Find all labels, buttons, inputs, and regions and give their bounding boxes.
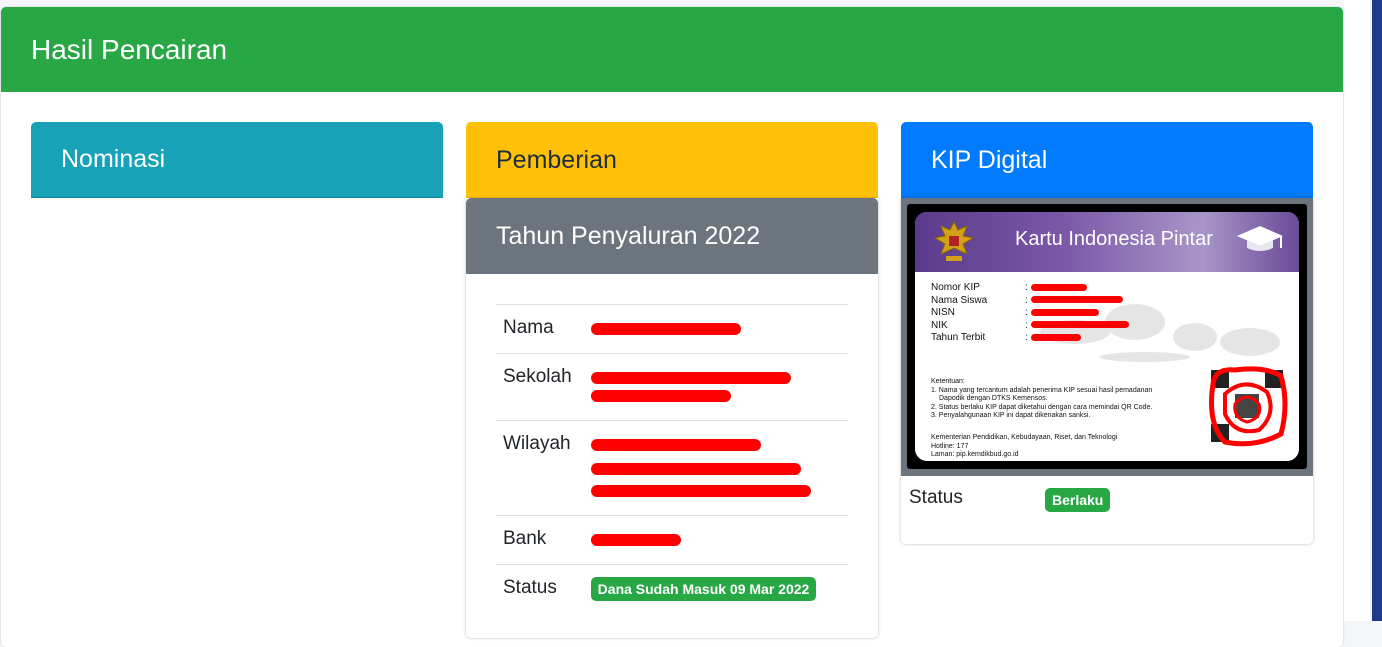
qr-code-icon bbox=[1209, 366, 1288, 447]
nama-value bbox=[578, 304, 848, 354]
kip-card-image: Kartu Indonesia Pintar Nomor KIP: Nama S… bbox=[915, 212, 1299, 461]
kip-status-label: Status bbox=[909, 487, 963, 508]
table-row: Status Dana Sudah Masuk 09 Mar 2022 bbox=[496, 564, 848, 613]
wilayah-value bbox=[578, 420, 848, 516]
redaction-mark bbox=[590, 390, 731, 402]
kip-card-banner: Kartu Indonesia Pintar bbox=[915, 212, 1299, 272]
recipient-info-table: Nama Sekolah Wilayah Bank Status Dana Su… bbox=[496, 304, 848, 613]
garuda-emblem-icon bbox=[933, 220, 975, 261]
redaction-mark bbox=[590, 372, 791, 384]
kip-fields: Nomor KIP: Nama Siswa: NISN: NIK: Tahun … bbox=[931, 282, 1129, 345]
table-row: Sekolah bbox=[496, 353, 848, 421]
redaction-mark bbox=[590, 439, 761, 451]
redaction-mark bbox=[590, 463, 801, 475]
pemberian-header: Pemberian bbox=[466, 122, 878, 198]
kip-ketentuan: Ketentuan: 1. Nama yang tercantum adalah… bbox=[931, 378, 1153, 419]
kip-tahun-label: Tahun Terbit bbox=[931, 332, 986, 343]
redaction-mark bbox=[590, 485, 811, 497]
table-row: Bank bbox=[496, 515, 848, 565]
kip-footer: Kementerian Pendidikan, Kebudayaan, Rise… bbox=[931, 434, 1118, 458]
scrollbar-track[interactable] bbox=[1344, 0, 1370, 621]
kip-nik-label: NIK bbox=[931, 319, 948, 331]
nama-label: Nama bbox=[496, 304, 579, 354]
graduation-cap-icon bbox=[1237, 226, 1283, 251]
redaction-mark bbox=[590, 534, 681, 546]
kip-card-title: Kartu Indonesia Pintar bbox=[1015, 228, 1213, 250]
redaction-mark bbox=[590, 323, 741, 335]
status-label: Status bbox=[496, 564, 579, 613]
tahun-penyaluran-title: Tahun Penyaluran 2022 bbox=[466, 198, 878, 274]
status-badge: Dana Sudah Masuk 09 Mar 2022 bbox=[590, 577, 817, 601]
nominasi-header: Nominasi bbox=[31, 122, 443, 198]
table-row: Nama bbox=[496, 304, 848, 354]
bank-label: Bank bbox=[496, 515, 579, 565]
kip-nama-label: Nama Siswa bbox=[931, 294, 988, 306]
sekolah-value bbox=[578, 353, 848, 421]
kip-digital-header: KIP Digital bbox=[901, 122, 1313, 198]
sekolah-label: Sekolah bbox=[496, 353, 579, 421]
bank-value bbox=[578, 515, 848, 565]
kip-status-badge: Berlaku bbox=[1045, 488, 1111, 512]
tahun-penyaluran-card: Tahun Penyaluran 2022 Nama Sekolah Wilay… bbox=[466, 198, 878, 638]
window-edge bbox=[1372, 0, 1382, 621]
kip-card-frame: Kartu Indonesia Pintar Nomor KIP: Nama S… bbox=[901, 198, 1313, 476]
page-title: Hasil Pencairan bbox=[1, 7, 1343, 92]
kip-nisn-label: NISN bbox=[931, 307, 955, 318]
kip-nomor-label: Nomor KIP bbox=[931, 282, 980, 293]
kip-digital-card: Kartu Indonesia Pintar Nomor KIP: Nama S… bbox=[901, 198, 1313, 544]
wilayah-label: Wilayah bbox=[496, 420, 579, 516]
table-row: Wilayah bbox=[496, 420, 848, 516]
